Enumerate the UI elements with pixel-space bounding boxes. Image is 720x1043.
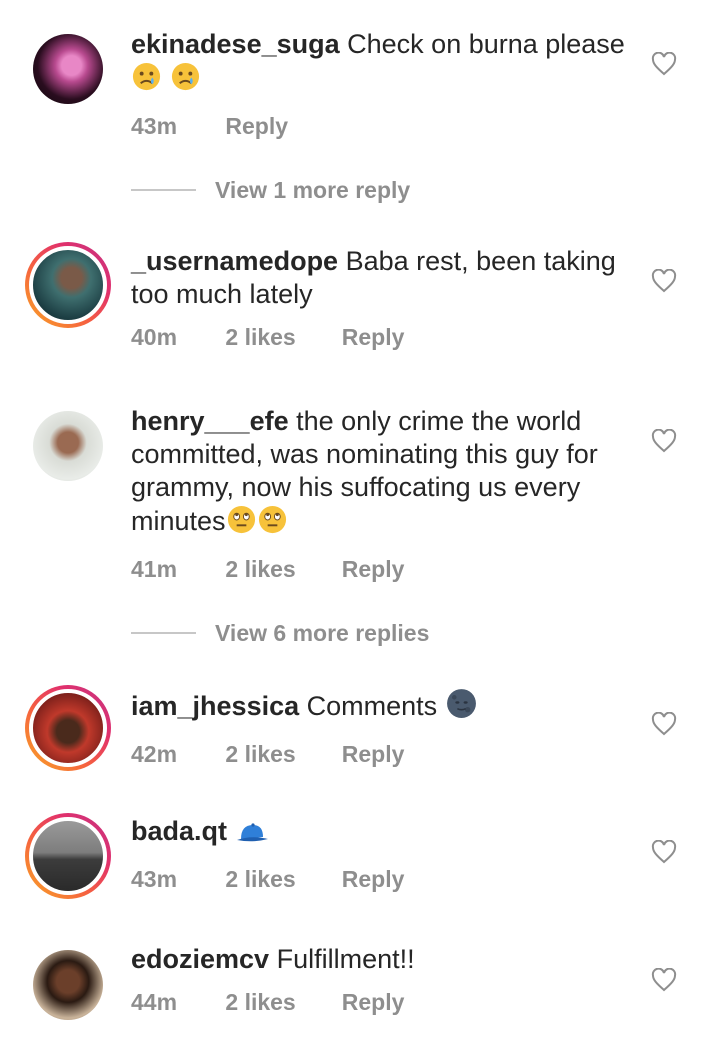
avatar[interactable] xyxy=(25,403,111,489)
reply-button[interactable]: Reply xyxy=(225,113,288,140)
comment-message: Fulfillment!! xyxy=(276,944,415,974)
view-more-label[interactable]: View 1 more reply xyxy=(215,177,410,204)
heart-icon[interactable] xyxy=(651,712,677,736)
comment-meta: 42m 2 likes Reply xyxy=(131,741,631,768)
comment-text: bada.qt xyxy=(131,815,631,853)
blue-cap-emoji xyxy=(235,820,269,853)
heart-icon[interactable] xyxy=(651,840,677,864)
timestamp: 42m xyxy=(131,741,178,767)
reply-button[interactable]: Reply xyxy=(342,556,405,583)
timestamp: 43m xyxy=(131,866,178,892)
comment-text: iam_jhessica Comments xyxy=(131,687,631,728)
divider-line xyxy=(131,632,196,634)
crying-emoji xyxy=(131,61,162,100)
comment-meta: 40m 2 likes Reply xyxy=(131,324,631,351)
comment-message: Check on burna please xyxy=(347,29,625,59)
comment-meta: 43m Reply xyxy=(131,113,631,140)
likes-count[interactable]: 2 likes xyxy=(225,741,335,768)
view-more-replies[interactable]: View 6 more replies xyxy=(131,618,429,648)
comment-meta: 41m 2 likes Reply xyxy=(131,556,631,583)
comment-meta: 43m 2 likes Reply xyxy=(131,866,631,893)
crying-emoji xyxy=(170,61,201,100)
likes-count[interactable]: 2 likes xyxy=(225,324,335,351)
new-moon-face-emoji xyxy=(445,687,478,728)
reply-button[interactable]: Reply xyxy=(342,866,405,893)
heart-icon[interactable] xyxy=(651,269,677,293)
heart-icon[interactable] xyxy=(651,429,677,453)
avatar[interactable] xyxy=(25,26,111,112)
timestamp: 40m xyxy=(131,324,178,350)
username[interactable]: iam_jhessica xyxy=(131,691,299,721)
avatar[interactable] xyxy=(25,242,111,328)
eye-roll-emoji xyxy=(226,504,257,543)
avatar[interactable] xyxy=(25,685,111,771)
divider-line xyxy=(131,189,196,191)
avatar[interactable] xyxy=(25,813,111,899)
likes-count[interactable]: 2 likes xyxy=(225,556,335,583)
username[interactable]: _usernamedope xyxy=(131,246,338,276)
timestamp: 41m xyxy=(131,556,178,582)
reply-button[interactable]: Reply xyxy=(342,741,405,768)
username[interactable]: bada.qt xyxy=(131,816,227,846)
comment-text: henry___efe the only crime the world com… xyxy=(131,405,631,543)
comment-meta: 44m 2 likes Reply xyxy=(131,989,631,1016)
username[interactable]: ekinadese_suga xyxy=(131,29,340,59)
comment-text: ekinadese_suga Check on burna please xyxy=(131,28,631,100)
reply-button[interactable]: Reply xyxy=(342,989,405,1016)
comment-message: Comments xyxy=(306,691,438,721)
username[interactable]: edoziemcv xyxy=(131,944,269,974)
reply-button[interactable]: Reply xyxy=(342,324,405,351)
comment-text: _usernamedope Baba rest, been taking too… xyxy=(131,245,631,311)
likes-count[interactable]: 2 likes xyxy=(225,989,335,1016)
username[interactable]: henry___efe xyxy=(131,406,289,436)
timestamp: 44m xyxy=(131,989,178,1015)
heart-icon[interactable] xyxy=(651,52,677,76)
comment-text: edoziemcv Fulfillment!! xyxy=(131,943,631,976)
eye-roll-emoji xyxy=(257,504,288,543)
view-more-replies[interactable]: View 1 more reply xyxy=(131,175,410,205)
timestamp: 43m xyxy=(131,113,178,139)
heart-icon[interactable] xyxy=(651,968,677,992)
view-more-label[interactable]: View 6 more replies xyxy=(215,620,429,647)
avatar[interactable] xyxy=(25,942,111,1028)
likes-count[interactable]: 2 likes xyxy=(225,866,335,893)
